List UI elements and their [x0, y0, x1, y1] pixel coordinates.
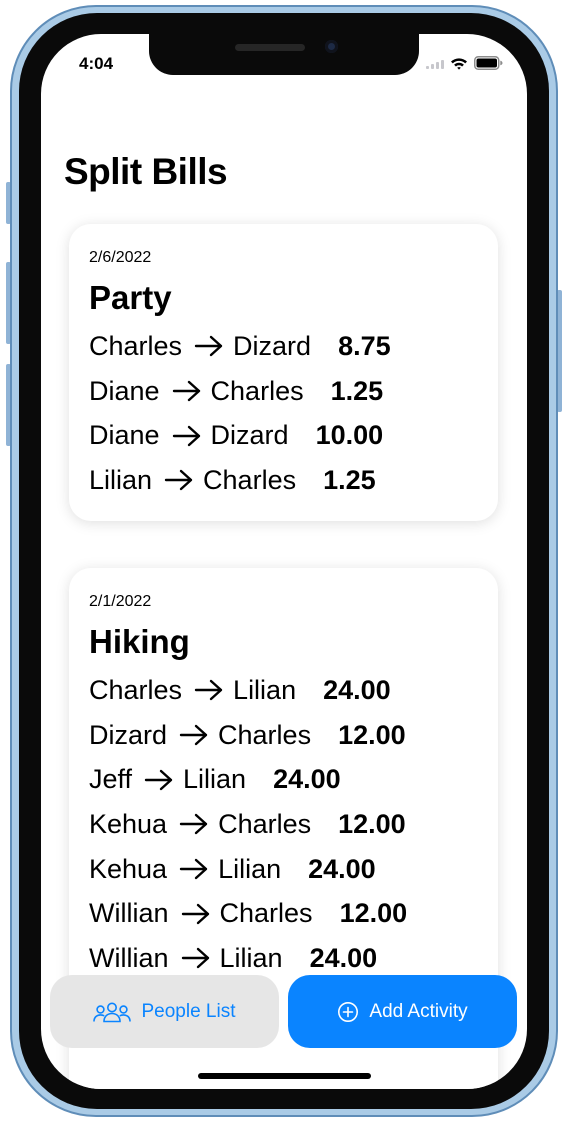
transfer-amount: 10.00 — [315, 420, 384, 451]
arrow-right-icon — [181, 903, 211, 925]
payer-name: Kehua — [89, 808, 168, 839]
payee-name: Lilian — [183, 764, 247, 795]
transfer-row: Lilian Charles 1.25 — [89, 458, 478, 503]
plus-circle-icon — [338, 1001, 359, 1022]
page-title: Split Bills — [64, 151, 228, 192]
activity-date: 2/1/2022 — [89, 593, 152, 610]
payee-name: Charles — [219, 898, 313, 929]
status-icons — [426, 55, 503, 71]
notch — [149, 34, 419, 75]
transfer-amount: 24.00 — [323, 674, 391, 705]
arrow-right-icon — [181, 947, 211, 969]
transfer-list: Charles Dizard 8.75 Diane Charles 1.25 D… — [89, 324, 478, 503]
arrow-right-icon — [194, 679, 224, 701]
arrow-right-icon — [179, 858, 209, 880]
battery-icon — [474, 56, 503, 70]
transfer-row: Willian Charles 12.00 — [89, 891, 478, 936]
transfer-row: Kehua Charles 12.00 — [89, 802, 478, 847]
arrow-right-icon — [179, 724, 209, 746]
payer-name: Willian — [89, 942, 169, 973]
payee-name: Charles — [218, 719, 312, 750]
activity-date: 2/6/2022 — [89, 249, 152, 266]
people-list-button[interactable]: People List — [50, 975, 279, 1048]
payee-name: Charles — [210, 375, 304, 406]
payee-name: Dizard — [233, 330, 312, 361]
arrow-right-icon — [144, 769, 174, 791]
transfer-amount: 24.00 — [273, 764, 341, 795]
payer-name: Diane — [89, 375, 160, 406]
people-list-label: People List — [141, 1000, 236, 1022]
activity-title: Hiking — [89, 623, 190, 660]
payer-name: Kehua — [89, 853, 168, 884]
payee-name: Lilian — [233, 674, 297, 705]
people-icon — [93, 1002, 132, 1022]
transfer-row: Diane Charles 1.25 — [89, 369, 478, 414]
arrow-right-icon — [179, 813, 209, 835]
transfer-row: Jeff Lilian 24.00 — [89, 757, 478, 802]
transfer-row: Charles Dizard 8.75 — [89, 324, 478, 369]
payer-name: Diane — [89, 420, 160, 451]
transfer-amount: 12.00 — [338, 719, 406, 750]
arrow-right-icon — [194, 335, 224, 357]
transfer-amount: 12.00 — [339, 898, 408, 929]
payee-name: Lilian — [219, 942, 283, 973]
cellular-signal-icon — [426, 57, 444, 69]
transfer-row: Dizard Charles 12.00 — [89, 713, 478, 758]
transfer-row: Charles Lilian 24.00 — [89, 668, 478, 713]
payee-name: Charles — [218, 808, 312, 839]
transfer-list: Charles Lilian 24.00 Dizard Charles 12.0… — [89, 668, 478, 981]
transfer-amount: 24.00 — [309, 942, 378, 973]
activity-title: Party — [89, 279, 172, 316]
payee-name: Lilian — [218, 853, 282, 884]
activity-card[interactable]: 2/6/2022 Party Charles Dizard 8.75 Diane… — [69, 224, 498, 521]
payer-name: Willian — [89, 898, 169, 929]
payee-name: Charles — [203, 464, 297, 495]
payer-name: Charles — [89, 674, 183, 705]
payer-name: Jeff — [89, 764, 133, 795]
transfer-amount: 12.00 — [338, 808, 406, 839]
add-activity-label: Add Activity — [369, 1000, 468, 1022]
transfer-amount: 1.25 — [323, 464, 376, 495]
speaker-grille — [235, 44, 305, 51]
payer-name: Charles — [89, 330, 183, 361]
front-camera — [325, 40, 338, 53]
payer-name: Dizard — [89, 719, 168, 750]
transfer-row: Kehua Lilian 24.00 — [89, 847, 478, 892]
status-time: 4:04 — [79, 54, 114, 73]
payer-name: Lilian — [89, 464, 153, 495]
payee-name: Dizard — [210, 420, 289, 451]
wifi-icon — [451, 57, 467, 70]
arrow-right-icon — [172, 380, 202, 402]
app-screen: 4:04 Split Bills 2/6/2022 Party Charles … — [41, 34, 527, 1089]
add-activity-button[interactable]: Add Activity — [288, 975, 517, 1048]
transfer-amount: 8.75 — [338, 330, 391, 361]
home-indicator[interactable] — [198, 1073, 371, 1079]
transfer-amount: 1.25 — [330, 375, 384, 406]
arrow-right-icon — [164, 469, 194, 491]
transfer-amount: 24.00 — [308, 853, 376, 884]
arrow-right-icon — [172, 425, 202, 447]
transfer-row: Diane Dizard 10.00 — [89, 413, 478, 458]
